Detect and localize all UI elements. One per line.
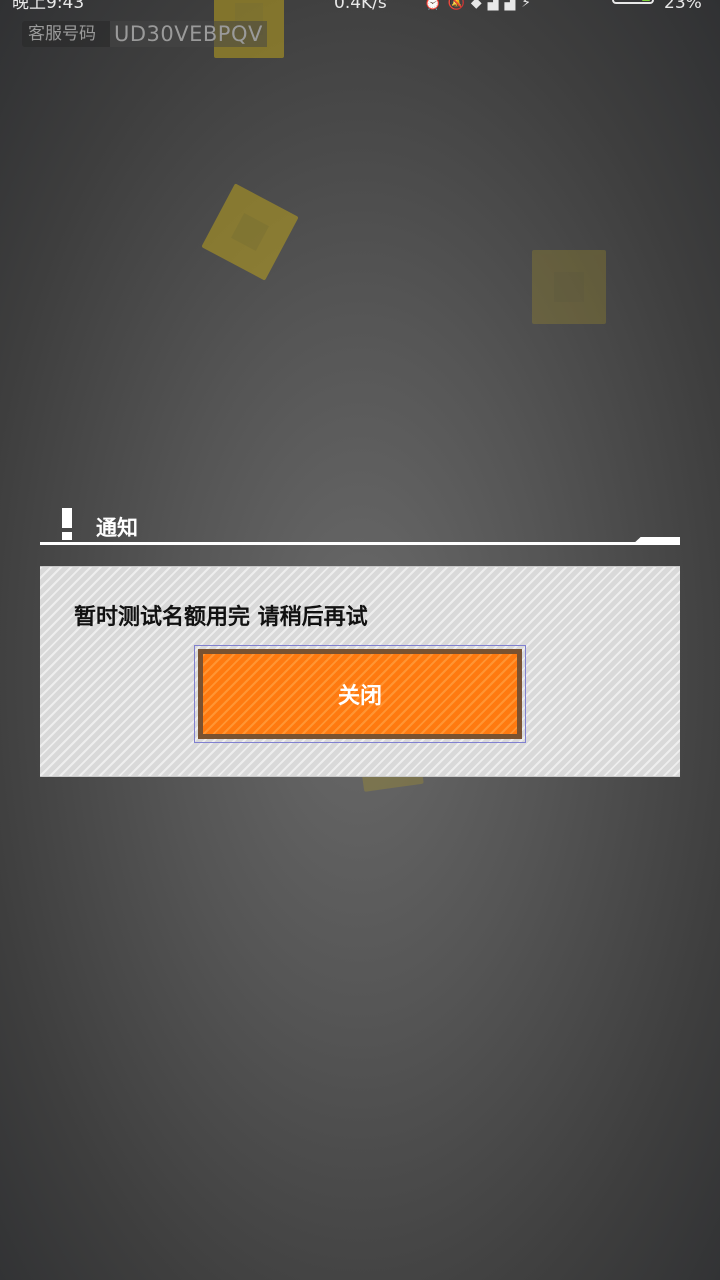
close-button[interactable]: 关闭: [194, 645, 526, 743]
falling-box-decoration: [201, 183, 299, 281]
exclamation-icon: [62, 508, 72, 540]
battery-icon: [612, 0, 654, 4]
customer-service-label: 客服号码: [22, 21, 110, 47]
notice-title: 通知: [96, 516, 138, 540]
screen: 晚上9:43 0.4K/s ⏰🔕◆▟▟⚡ 23% 客服号码 UD30VEBPQV…: [0, 0, 720, 1280]
notice-header: 通知: [40, 508, 680, 546]
signal-icon: ▟: [487, 0, 505, 11]
battery-percent: 23%: [664, 0, 702, 13]
alarm-icon: ⏰: [424, 0, 448, 11]
network-speed: 0.4K/s: [334, 0, 387, 13]
header-divider: [40, 542, 680, 545]
customer-service-id: 客服号码 UD30VEBPQV: [22, 21, 267, 47]
mute-icon: 🔕: [447, 0, 471, 11]
falling-box-decoration: [532, 250, 606, 324]
battery-level: [642, 0, 650, 1]
charging-icon: ⚡: [521, 0, 538, 11]
customer-service-value: UD30VEBPQV: [110, 21, 267, 47]
status-icons: ⏰🔕◆▟▟⚡: [424, 0, 537, 12]
header-divider-tab: [632, 537, 680, 545]
status-bar: 晚上9:43 0.4K/s ⏰🔕◆▟▟⚡ 23%: [0, 0, 720, 12]
signal-icon: ▟: [504, 0, 522, 11]
dialog-message: 暂时测试名额用完 请稍后再试: [74, 605, 368, 630]
close-button-label: 关闭: [337, 684, 382, 709]
close-button-face[interactable]: 关闭: [198, 649, 522, 739]
wifi-icon: ◆: [470, 0, 488, 11]
status-time: 晚上9:43: [12, 0, 85, 13]
notice-dialog: 暂时测试名额用完 请稍后再试 关闭: [40, 566, 680, 777]
